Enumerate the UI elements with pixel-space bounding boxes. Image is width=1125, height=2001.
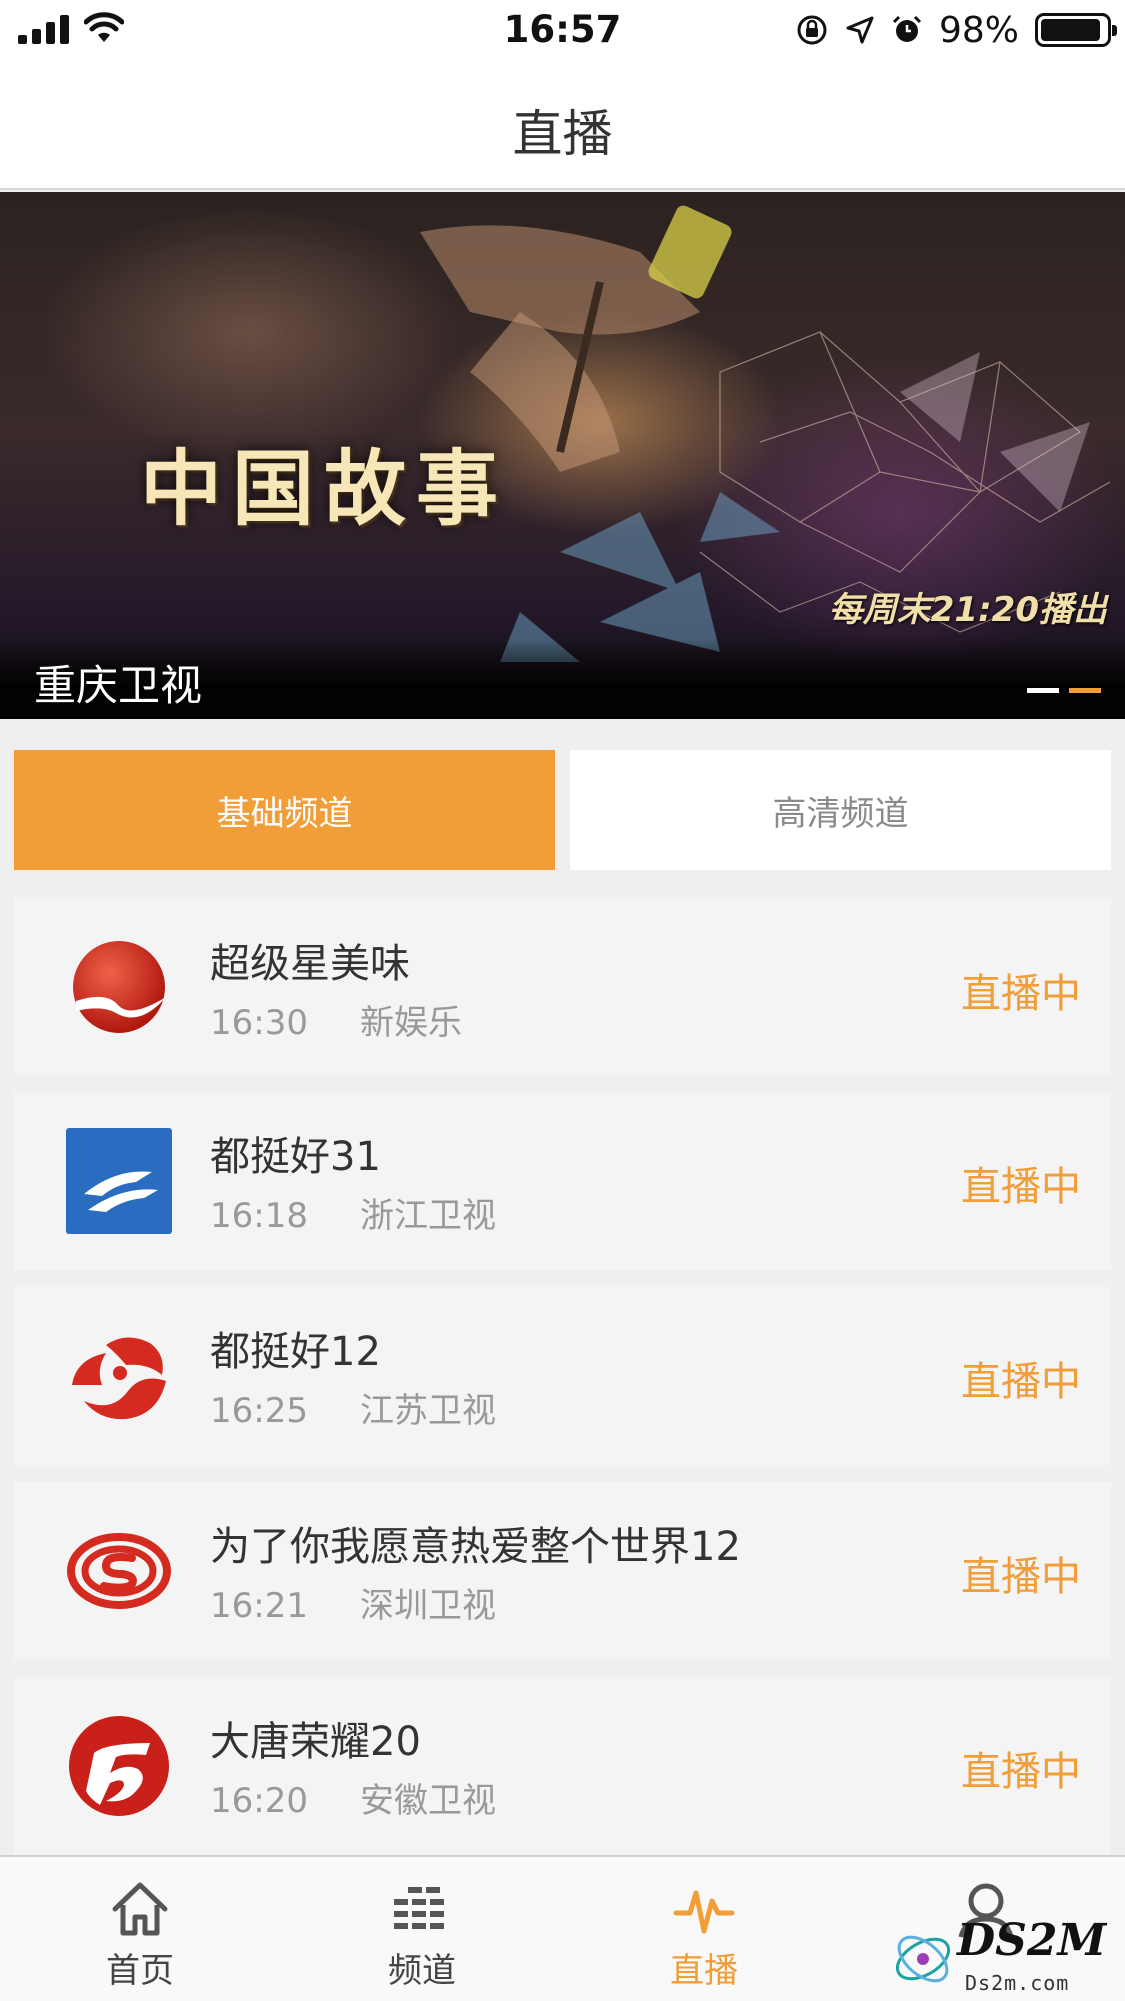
watermark-url: Ds2m.com bbox=[965, 1971, 1070, 1995]
live-channel-list[interactable]: 超级星美味 16:30 新娱乐 直播中 都挺好31 16:18 浙江卫视 直播中 都… bbox=[14, 899, 1111, 1855]
channel-name: 江苏卫视 bbox=[359, 1391, 496, 1431]
jiangsu-tv-logo-icon bbox=[72, 1337, 166, 1420]
program-time: 16:21 bbox=[210, 1586, 308, 1626]
channel-name: 浙江卫视 bbox=[359, 1196, 496, 1236]
program-title: 大唐荣耀20 bbox=[210, 1719, 421, 1765]
channel-name: 深圳卫视 bbox=[359, 1586, 496, 1626]
carousel-indicator bbox=[1027, 688, 1101, 693]
carousel-dot bbox=[1027, 688, 1059, 693]
list-item[interactable]: 都挺好31 16:18 浙江卫视 直播中 bbox=[14, 1092, 1111, 1270]
live-status[interactable]: 直播中 bbox=[961, 1739, 1081, 1797]
tab-channels-label: 频道 bbox=[388, 1951, 456, 1991]
home-icon bbox=[112, 1882, 168, 1936]
watermark: DS2M Ds2m.com bbox=[885, 1909, 1125, 2001]
channel-name: 新娱乐 bbox=[359, 1003, 462, 1043]
orientation-lock-icon bbox=[797, 15, 827, 45]
list-item[interactable]: 都挺好12 16:25 江苏卫视 直播中 bbox=[14, 1287, 1111, 1465]
program-meta: 16:20 安徽卫视 bbox=[210, 1773, 496, 1822]
carousel-dot-active bbox=[1069, 688, 1101, 693]
battery-percent: 98% bbox=[938, 9, 1019, 51]
tab-basic-channels[interactable]: 基础频道 bbox=[14, 750, 555, 870]
program-time: 16:18 bbox=[210, 1196, 308, 1236]
shenzhen-tv-logo-icon bbox=[67, 1533, 171, 1609]
watermark-brand: DS2M bbox=[957, 1915, 1107, 1966]
banner-channel-caption: 重庆卫视 bbox=[34, 661, 203, 710]
battery-icon bbox=[1035, 13, 1117, 47]
program-title: 超级星美味 bbox=[210, 941, 410, 987]
program-title: 都挺好12 bbox=[210, 1329, 381, 1375]
red-sphere-logo-icon bbox=[73, 941, 166, 1033]
banner-schedule: 每周末21:20播出 bbox=[828, 590, 1107, 630]
program-title: 为了你我愿意热爱整个世界12 bbox=[210, 1524, 741, 1570]
banner-headline: 中国故事 bbox=[140, 442, 509, 537]
program-meta: 16:25 江苏卫视 bbox=[210, 1383, 496, 1432]
list-item[interactable]: 超级星美味 16:30 新娱乐 直播中 bbox=[14, 899, 1111, 1075]
program-meta: 16:30 新娱乐 bbox=[210, 995, 462, 1044]
channel-type-tabs: 基础频道 高清频道 bbox=[14, 750, 1111, 870]
alarm-icon bbox=[892, 15, 922, 42]
nav-header: 直播 bbox=[0, 60, 1125, 190]
status-bar: 16:57 98% bbox=[0, 0, 1125, 60]
live-status[interactable]: 直播中 bbox=[961, 1544, 1081, 1602]
program-time: 16:25 bbox=[210, 1391, 308, 1431]
tab-home-label: 首页 bbox=[106, 1951, 174, 1991]
channel-grid-icon bbox=[394, 1887, 444, 1929]
live-status[interactable]: 直播中 bbox=[961, 961, 1081, 1019]
location-arrow-icon bbox=[846, 16, 874, 44]
program-meta: 16:21 深圳卫视 bbox=[210, 1578, 496, 1627]
list-item[interactable]: 大唐荣耀20 16:20 安徽卫视 直播中 bbox=[14, 1677, 1111, 1855]
program-time: 16:30 bbox=[210, 1003, 308, 1043]
tab-hd-channels[interactable]: 高清频道 bbox=[570, 750, 1111, 870]
zhejiang-tv-logo-icon bbox=[66, 1128, 172, 1234]
watermark-logo-icon bbox=[895, 1935, 951, 1983]
live-status[interactable]: 直播中 bbox=[961, 1154, 1081, 1212]
program-time: 16:20 bbox=[210, 1781, 308, 1821]
tab-home[interactable]: 首页 bbox=[40, 1857, 240, 2001]
live-status[interactable]: 直播中 bbox=[961, 1349, 1081, 1407]
tab-channels[interactable]: 频道 bbox=[322, 1857, 522, 2001]
channel-name: 安徽卫视 bbox=[359, 1781, 496, 1821]
live-banner-carousel[interactable]: 中国故事 每周末21:20播出 重庆卫视 bbox=[0, 192, 1125, 719]
program-title: 都挺好31 bbox=[210, 1134, 381, 1180]
pulse-icon bbox=[673, 1890, 735, 1934]
program-meta: 16:18 浙江卫视 bbox=[210, 1188, 496, 1237]
tab-live-label: 直播 bbox=[670, 1951, 738, 1991]
tab-live[interactable]: 直播 bbox=[604, 1857, 804, 2001]
list-item[interactable]: 为了你我愿意热爱整个世界12 16:21 深圳卫视 直播中 bbox=[14, 1482, 1111, 1660]
anhui-tv-logo-icon bbox=[69, 1716, 169, 1816]
page-title: 直播 bbox=[512, 105, 613, 163]
